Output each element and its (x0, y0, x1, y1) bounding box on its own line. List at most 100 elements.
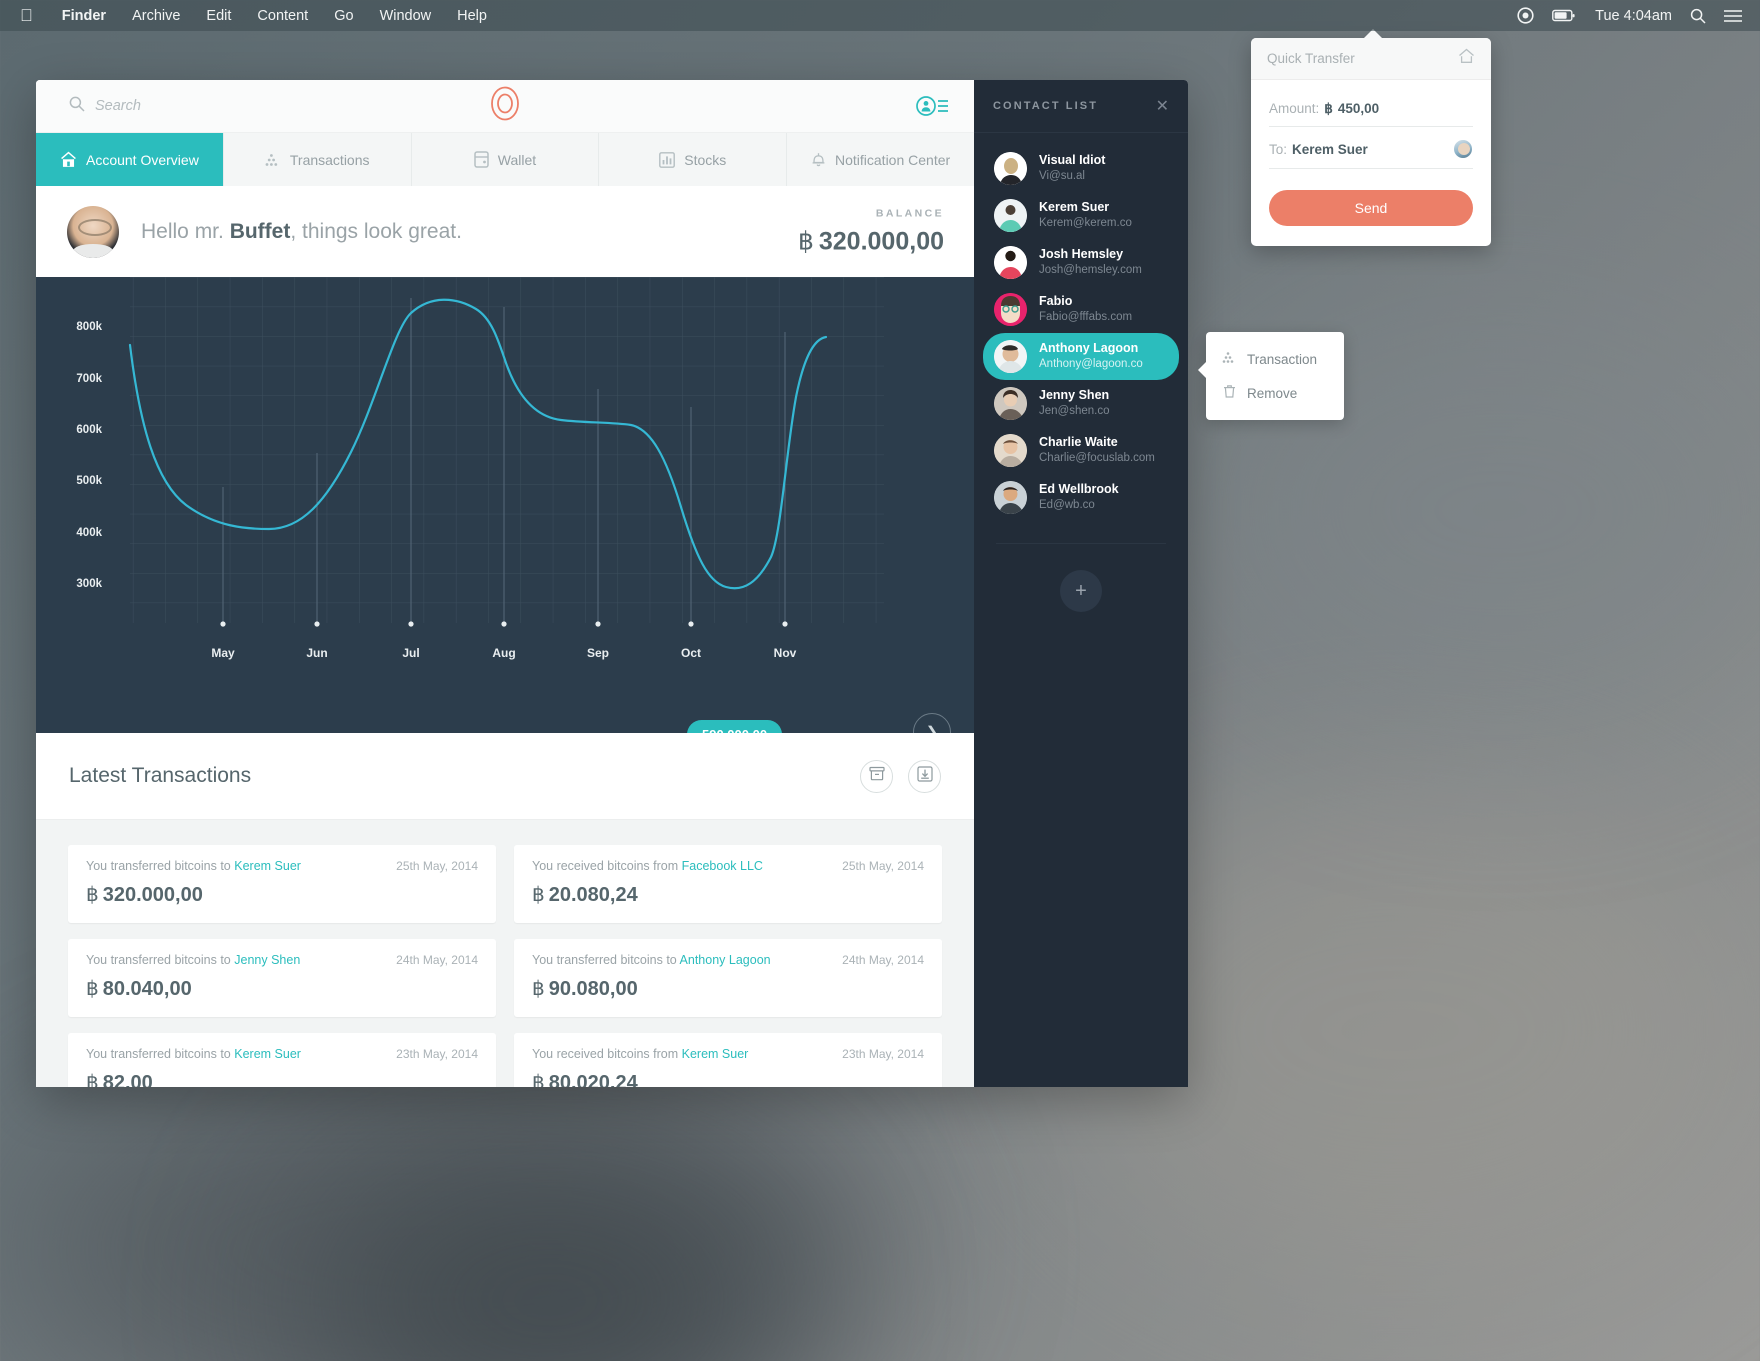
search-input[interactable] (95, 98, 355, 114)
transaction-card[interactable]: You received bitcoins from Facebook LLC … (514, 845, 942, 923)
bitcoin-symbol: ฿ (532, 978, 545, 1000)
target-ring-logo (490, 86, 520, 126)
menu-item-edit[interactable]: Edit (193, 8, 244, 24)
contact-name: Fabio (1039, 294, 1073, 309)
contact-name: Charlie Waite (1039, 435, 1118, 450)
amount-value[interactable]: 450,00 (1338, 101, 1379, 116)
add-contact-button[interactable]: + (1060, 570, 1102, 612)
transaction-card[interactable]: You transferred bitcoins to Anthony Lago… (514, 939, 942, 1017)
target-icon[interactable] (1517, 7, 1534, 24)
tab-label: Notification Center (835, 151, 951, 168)
contacts-list-icon[interactable] (916, 96, 948, 116)
balance-value: ฿ 320.000,00 (798, 226, 944, 256)
greeting-suffix: , things look great. (290, 219, 462, 243)
transaction-prefix: You received bitcoins from (532, 859, 682, 873)
close-icon[interactable]: ✕ (1156, 96, 1169, 116)
quick-transfer-amount-row[interactable]: Amount: ฿ 450,00 (1269, 94, 1473, 127)
list-item[interactable]: Kerem Suer Kerem@kerem.co (983, 192, 1179, 239)
transactions-dots-icon (265, 152, 281, 168)
avatar (67, 205, 119, 258)
download-button[interactable] (908, 759, 941, 793)
bitcoin-symbol: ฿ (86, 1072, 99, 1087)
transaction-party[interactable]: Facebook LLC (682, 859, 763, 873)
transaction-party[interactable]: Kerem Suer (234, 859, 301, 873)
x-tick-label: Nov (774, 646, 797, 660)
tab-label: Stocks (684, 151, 727, 168)
menubar-clock[interactable]: Tue 4:04am (1595, 8, 1672, 24)
transaction-card[interactable]: You received bitcoins from Kerem Suer 23… (514, 1033, 942, 1087)
contact-panel-header: CONTACT LIST ✕ (974, 80, 1188, 133)
quick-transfer-title: Quick Transfer (1267, 51, 1355, 66)
transaction-prefix: You transferred bitcoins to (86, 953, 235, 967)
contact-email: Jen@shen.co (1039, 405, 1110, 418)
list-item[interactable]: Ed Wellbrook Ed@wb.co (983, 474, 1179, 521)
home-icon[interactable] (1458, 48, 1475, 69)
battery-icon[interactable] (1552, 9, 1577, 22)
transaction-card[interactable]: You transferred bitcoins to Jenny Shen 2… (68, 939, 496, 1017)
trash-icon (1222, 384, 1237, 402)
transaction-prefix: You transferred bitcoins to (86, 859, 235, 873)
transaction-card[interactable]: You transferred bitcoins to Kerem Suer 2… (68, 845, 496, 923)
menubar-status-items: Tue 4:04am (1517, 7, 1760, 24)
x-tick-label: Jun (306, 646, 327, 660)
tab-transactions[interactable]: Transactions (224, 133, 412, 186)
y-tick-label: 300k (76, 578, 102, 590)
archive-button[interactable] (860, 759, 893, 793)
apple-logo-icon[interactable]:  (20, 7, 33, 24)
hamburger-menu-icon[interactable] (1724, 9, 1742, 23)
transaction-party[interactable]: Kerem Suer (682, 1047, 749, 1061)
bitcoin-symbol: ฿ (532, 884, 545, 906)
list-item[interactable]: Charlie Waite Charlie@focuslab.com (983, 427, 1179, 474)
to-value[interactable]: Kerem Suer (1292, 142, 1368, 157)
transaction-prefix: You transferred bitcoins to (532, 953, 680, 967)
chart-value-tooltip: 590.000,00 (687, 720, 783, 733)
transaction-party[interactable]: Jenny Shen (234, 953, 300, 967)
quick-transfer-recipient-row[interactable]: To: Kerem Suer (1269, 132, 1473, 169)
send-button[interactable]: Send (1269, 190, 1473, 226)
transaction-card[interactable]: You transferred bitcoins to Kerem Suer 2… (68, 1033, 496, 1087)
menu-item-content[interactable]: Content (244, 8, 321, 24)
menu-item-help[interactable]: Help (444, 8, 500, 24)
list-item[interactable]: Anthony Lagoon Anthony@lagoon.co (983, 333, 1179, 380)
tab-stocks[interactable]: Stocks (599, 133, 788, 186)
tab-account-overview[interactable]: Account Overview (36, 133, 224, 186)
contact-name: Visual Idiot (1039, 153, 1106, 168)
app-search-bar (36, 80, 974, 133)
menu-item-archive[interactable]: Archive (119, 8, 193, 24)
avatar (994, 246, 1027, 279)
menu-item-finder[interactable]: Finder (49, 8, 119, 24)
list-item[interactable]: Fabio Fabio@fffabs.com (983, 286, 1179, 333)
transaction-date: 23th May, 2014 (396, 1047, 478, 1061)
menu-item-go[interactable]: Go (321, 8, 366, 24)
contact-email: Josh@hemsley.com (1039, 264, 1142, 277)
x-tick-label: Oct (681, 646, 701, 660)
context-menu-item-remove[interactable]: Remove (1206, 376, 1344, 410)
list-item[interactable]: Josh Hemsley Josh@hemsley.com (983, 239, 1179, 286)
list-item[interactable]: Jenny Shen Jen@shen.co (983, 380, 1179, 427)
recipient-avatar (1453, 139, 1473, 159)
transaction-party[interactable]: Anthony Lagoon (680, 953, 771, 967)
transaction-party[interactable]: Kerem Suer (234, 1047, 301, 1061)
app-main-area: Account Overview Transactions Wallet Sto… (36, 80, 974, 1087)
greeting-name: Buffet (229, 219, 291, 243)
search-field-wrapper[interactable] (36, 96, 355, 117)
tab-notification-center[interactable]: Notification Center (787, 133, 974, 186)
macos-menubar:  Finder Archive Edit Content Go Window … (0, 0, 1760, 31)
context-menu-item-transaction[interactable]: Transaction (1206, 342, 1344, 376)
search-icon (69, 96, 85, 117)
x-tick-label: May (211, 646, 235, 660)
list-item[interactable]: Visual Idiot Vi@su.al (983, 145, 1179, 192)
contact-name: Ed Wellbrook (1039, 482, 1119, 497)
main-tabs: Account Overview Transactions Wallet Sto… (36, 133, 974, 186)
menu-item-window[interactable]: Window (367, 8, 445, 24)
quick-transfer-body: Amount: ฿ 450,00 To: Kerem Suer Send (1251, 80, 1491, 246)
contact-panel-title: CONTACT LIST (993, 100, 1099, 112)
tab-label: Transactions (289, 151, 370, 168)
transaction-amount: 80.040,00 (102, 978, 192, 1000)
context-menu-label: Remove (1247, 385, 1298, 401)
y-tick-label: 700k (76, 373, 102, 385)
spotlight-search-icon[interactable] (1690, 8, 1706, 24)
transaction-amount: 90.080,00 (548, 978, 638, 1000)
tab-wallet[interactable]: Wallet (412, 133, 600, 186)
transaction-dots-icon (1222, 350, 1237, 368)
